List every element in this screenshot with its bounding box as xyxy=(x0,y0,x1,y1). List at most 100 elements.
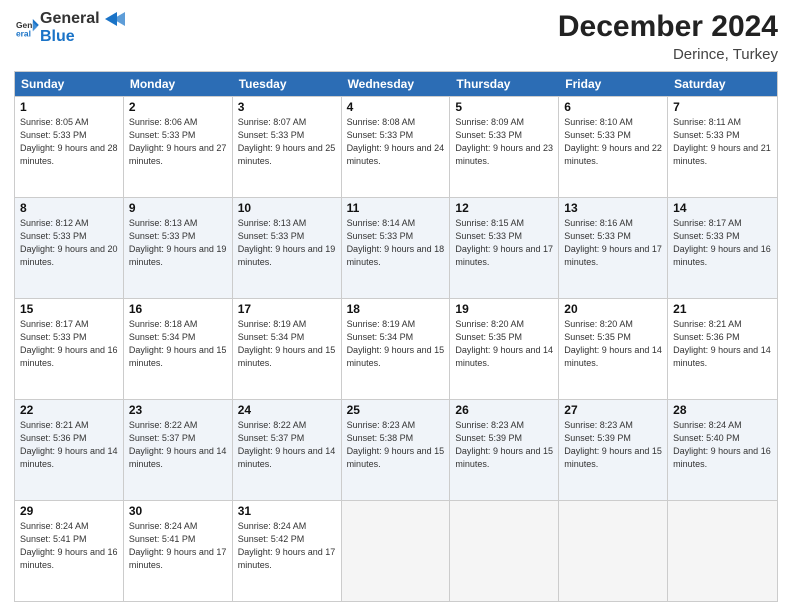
empty-cell xyxy=(450,501,559,601)
header-saturday: Saturday xyxy=(668,72,777,96)
calendar-body: 1 Sunrise: 8:05 AM Sunset: 5:33 PM Dayli… xyxy=(15,96,777,601)
sunrise-text: Sunrise: 8:20 AM xyxy=(455,319,524,329)
daylight-text: Daylight: 9 hours and 18 minutes. xyxy=(347,244,445,267)
logo-icon: Gen eral xyxy=(16,16,40,40)
daylight-text: Daylight: 9 hours and 14 minutes. xyxy=(238,446,336,469)
header-sunday: Sunday xyxy=(15,72,124,96)
sunrise-text: Sunrise: 8:06 AM xyxy=(129,117,198,127)
day-number: 11 xyxy=(347,201,445,215)
cell-info: Sunrise: 8:23 AM Sunset: 5:39 PM Dayligh… xyxy=(564,419,662,471)
cell-info: Sunrise: 8:23 AM Sunset: 5:39 PM Dayligh… xyxy=(455,419,553,471)
sunset-text: Sunset: 5:34 PM xyxy=(347,332,414,342)
sunset-text: Sunset: 5:39 PM xyxy=(455,433,522,443)
day-number: 24 xyxy=(238,403,336,417)
cell-info: Sunrise: 8:13 AM Sunset: 5:33 PM Dayligh… xyxy=(129,217,227,269)
subtitle: Derince, Turkey xyxy=(558,46,778,63)
sunset-text: Sunset: 5:33 PM xyxy=(455,231,522,241)
daylight-text: Daylight: 9 hours and 16 minutes. xyxy=(20,547,118,570)
calendar-row-2: 8 Sunrise: 8:12 AM Sunset: 5:33 PM Dayli… xyxy=(15,197,777,298)
daylight-text: Daylight: 9 hours and 15 minutes. xyxy=(347,345,445,368)
calendar-row-3: 15 Sunrise: 8:17 AM Sunset: 5:33 PM Dayl… xyxy=(15,298,777,399)
sunrise-text: Sunrise: 8:24 AM xyxy=(129,521,198,531)
day-number: 27 xyxy=(564,403,662,417)
sunrise-text: Sunrise: 8:22 AM xyxy=(238,420,307,430)
daylight-text: Daylight: 9 hours and 23 minutes. xyxy=(455,143,553,166)
calendar-row-1: 1 Sunrise: 8:05 AM Sunset: 5:33 PM Dayli… xyxy=(15,96,777,197)
sunrise-text: Sunrise: 8:17 AM xyxy=(673,218,742,228)
header-monday: Monday xyxy=(124,72,233,96)
day-number: 30 xyxy=(129,504,227,518)
sunset-text: Sunset: 5:35 PM xyxy=(455,332,522,342)
calendar-row-5: 29 Sunrise: 8:24 AM Sunset: 5:41 PM Dayl… xyxy=(15,500,777,601)
daylight-text: Daylight: 9 hours and 17 minutes. xyxy=(129,547,227,570)
cell-info: Sunrise: 8:18 AM Sunset: 5:34 PM Dayligh… xyxy=(129,318,227,370)
cell-info: Sunrise: 8:15 AM Sunset: 5:33 PM Dayligh… xyxy=(455,217,553,269)
sunset-text: Sunset: 5:40 PM xyxy=(673,433,740,443)
sunrise-text: Sunrise: 8:14 AM xyxy=(347,218,416,228)
sunrise-text: Sunrise: 8:13 AM xyxy=(238,218,307,228)
day-cell-28: 28 Sunrise: 8:24 AM Sunset: 5:40 PM Dayl… xyxy=(668,400,777,500)
sunrise-text: Sunrise: 8:05 AM xyxy=(20,117,89,127)
sunrise-text: Sunrise: 8:18 AM xyxy=(129,319,198,329)
cell-info: Sunrise: 8:07 AM Sunset: 5:33 PM Dayligh… xyxy=(238,116,336,168)
day-number: 20 xyxy=(564,302,662,316)
sunrise-text: Sunrise: 8:24 AM xyxy=(238,521,307,531)
day-cell-21: 21 Sunrise: 8:21 AM Sunset: 5:36 PM Dayl… xyxy=(668,299,777,399)
sunset-text: Sunset: 5:33 PM xyxy=(673,130,740,140)
cell-info: Sunrise: 8:13 AM Sunset: 5:33 PM Dayligh… xyxy=(238,217,336,269)
cell-info: Sunrise: 8:24 AM Sunset: 5:40 PM Dayligh… xyxy=(673,419,772,471)
logo-general: General xyxy=(40,10,100,27)
daylight-text: Daylight: 9 hours and 17 minutes. xyxy=(238,547,336,570)
day-cell-27: 27 Sunrise: 8:23 AM Sunset: 5:39 PM Dayl… xyxy=(559,400,668,500)
daylight-text: Daylight: 9 hours and 24 minutes. xyxy=(347,143,445,166)
sunrise-text: Sunrise: 8:23 AM xyxy=(564,420,633,430)
day-number: 28 xyxy=(673,403,772,417)
daylight-text: Daylight: 9 hours and 15 minutes. xyxy=(129,345,227,368)
sunset-text: Sunset: 5:41 PM xyxy=(20,534,87,544)
sunrise-text: Sunrise: 8:16 AM xyxy=(564,218,633,228)
cell-info: Sunrise: 8:19 AM Sunset: 5:34 PM Dayligh… xyxy=(238,318,336,370)
sunset-text: Sunset: 5:37 PM xyxy=(238,433,305,443)
day-cell-29: 29 Sunrise: 8:24 AM Sunset: 5:41 PM Dayl… xyxy=(15,501,124,601)
sunrise-text: Sunrise: 8:17 AM xyxy=(20,319,89,329)
cell-info: Sunrise: 8:20 AM Sunset: 5:35 PM Dayligh… xyxy=(455,318,553,370)
day-cell-16: 16 Sunrise: 8:18 AM Sunset: 5:34 PM Dayl… xyxy=(124,299,233,399)
cell-info: Sunrise: 8:17 AM Sunset: 5:33 PM Dayligh… xyxy=(673,217,772,269)
day-cell-26: 26 Sunrise: 8:23 AM Sunset: 5:39 PM Dayl… xyxy=(450,400,559,500)
day-cell-25: 25 Sunrise: 8:23 AM Sunset: 5:38 PM Dayl… xyxy=(342,400,451,500)
sunset-text: Sunset: 5:33 PM xyxy=(455,130,522,140)
day-cell-4: 4 Sunrise: 8:08 AM Sunset: 5:33 PM Dayli… xyxy=(342,97,451,197)
day-cell-15: 15 Sunrise: 8:17 AM Sunset: 5:33 PM Dayl… xyxy=(15,299,124,399)
daylight-text: Daylight: 9 hours and 22 minutes. xyxy=(564,143,662,166)
day-number: 14 xyxy=(673,201,772,215)
header: Gen eral General Blue December 2024 Deri… xyxy=(14,10,778,63)
daylight-text: Daylight: 9 hours and 17 minutes. xyxy=(564,244,662,267)
day-cell-10: 10 Sunrise: 8:13 AM Sunset: 5:33 PM Dayl… xyxy=(233,198,342,298)
sunset-text: Sunset: 5:34 PM xyxy=(238,332,305,342)
sunrise-text: Sunrise: 8:08 AM xyxy=(347,117,416,127)
day-cell-5: 5 Sunrise: 8:09 AM Sunset: 5:33 PM Dayli… xyxy=(450,97,559,197)
sunrise-text: Sunrise: 8:10 AM xyxy=(564,117,633,127)
daylight-text: Daylight: 9 hours and 19 minutes. xyxy=(238,244,336,267)
day-number: 10 xyxy=(238,201,336,215)
day-cell-1: 1 Sunrise: 8:05 AM Sunset: 5:33 PM Dayli… xyxy=(15,97,124,197)
day-cell-8: 8 Sunrise: 8:12 AM Sunset: 5:33 PM Dayli… xyxy=(15,198,124,298)
sunset-text: Sunset: 5:33 PM xyxy=(129,130,196,140)
sunset-text: Sunset: 5:36 PM xyxy=(673,332,740,342)
day-number: 31 xyxy=(238,504,336,518)
day-cell-31: 31 Sunrise: 8:24 AM Sunset: 5:42 PM Dayl… xyxy=(233,501,342,601)
sunrise-text: Sunrise: 8:23 AM xyxy=(455,420,524,430)
calendar-row-4: 22 Sunrise: 8:21 AM Sunset: 5:36 PM Dayl… xyxy=(15,399,777,500)
logo: Gen eral General Blue xyxy=(14,10,125,45)
day-number: 4 xyxy=(347,100,445,114)
cell-info: Sunrise: 8:22 AM Sunset: 5:37 PM Dayligh… xyxy=(129,419,227,471)
empty-cell xyxy=(559,501,668,601)
day-number: 19 xyxy=(455,302,553,316)
sunset-text: Sunset: 5:39 PM xyxy=(564,433,631,443)
sunrise-text: Sunrise: 8:11 AM xyxy=(673,117,741,127)
cell-info: Sunrise: 8:08 AM Sunset: 5:33 PM Dayligh… xyxy=(347,116,445,168)
daylight-text: Daylight: 9 hours and 14 minutes. xyxy=(129,446,227,469)
day-cell-7: 7 Sunrise: 8:11 AM Sunset: 5:33 PM Dayli… xyxy=(668,97,777,197)
daylight-text: Daylight: 9 hours and 28 minutes. xyxy=(20,143,118,166)
day-number: 29 xyxy=(20,504,118,518)
